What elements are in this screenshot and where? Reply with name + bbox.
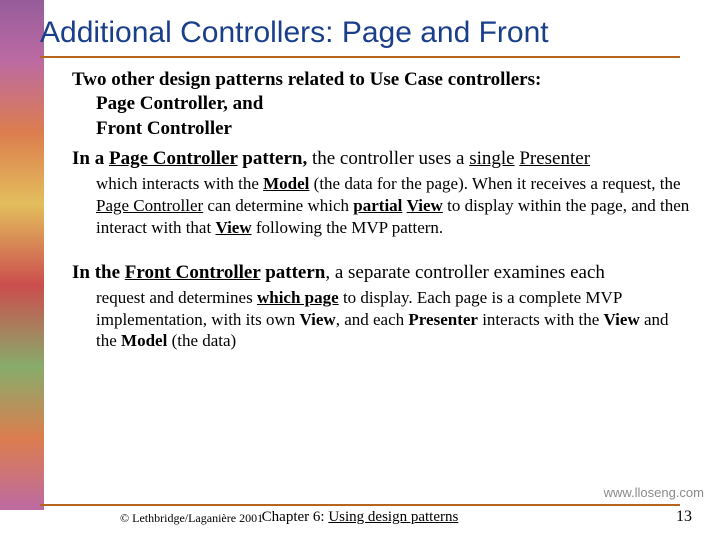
pc-prefix: In a <box>72 148 109 169</box>
fc-rest: , a separate controller examines each <box>325 262 605 283</box>
pc-term: Page Controller <box>109 148 238 169</box>
footer-chapter-pre: Chapter 6: <box>262 509 329 525</box>
fc-which: which page <box>257 288 339 307</box>
fc-sub-c: , and each <box>336 310 409 329</box>
pc-partial: partial <box>353 196 402 215</box>
fc-view: View <box>300 310 336 329</box>
page-controller-para: In a Page Controller pattern, the contro… <box>72 147 692 171</box>
pc-single: single <box>469 148 514 169</box>
fc-sub-d: interacts with the <box>478 310 604 329</box>
fc-term: Front Controller <box>125 262 261 283</box>
title-rule <box>40 56 680 58</box>
pc-rest1: the controller uses a <box>307 148 469 169</box>
spacer <box>72 239 692 261</box>
pc-model: Model <box>263 174 309 193</box>
pc-view2: View <box>215 218 251 237</box>
footer-rule <box>40 504 680 506</box>
pc-presenter: Presenter <box>519 148 590 169</box>
slide: Additional Controllers: Page and Front T… <box>0 0 720 540</box>
fc-sub-a: request and determines <box>96 288 257 307</box>
pc-view1: View <box>407 196 443 215</box>
bullet-front-controller: Front Controller <box>96 117 692 141</box>
fc-term-tail: pattern <box>260 262 325 283</box>
accent-strip <box>0 0 44 510</box>
page-controller-sub: which interacts with the Model (the data… <box>96 173 692 238</box>
pc-sub-a: which interacts with the <box>96 174 263 193</box>
lead-line: Two other design patterns related to Use… <box>72 68 692 92</box>
pc-pc: Page Controller <box>96 196 203 215</box>
fc-prefix: In the <box>72 262 125 283</box>
pc-term-tail: pattern, <box>238 148 308 169</box>
pc-sub-b: (the data for the page). When it receive… <box>309 174 680 193</box>
footer-chapter: Chapter 6: Using design patterns <box>0 509 720 526</box>
fc-model: Model <box>121 331 167 350</box>
footer-page-number: 13 <box>676 508 692 526</box>
front-controller-sub: request and determines which page to dis… <box>96 287 692 352</box>
footer-chapter-u: Using design patterns <box>328 509 458 525</box>
fc-view2: View <box>604 310 640 329</box>
slide-body: Two other design patterns related to Use… <box>72 68 692 352</box>
pc-sub-c: can determine which <box>203 196 353 215</box>
slide-title: Additional Controllers: Page and Front <box>40 16 549 50</box>
pc-sub-f: following the MVP pattern. <box>252 218 444 237</box>
bullet-page-controller: Page Controller, and <box>96 92 692 116</box>
site-url: www.lloseng.com <box>604 485 704 500</box>
fc-sub-f: (the data) <box>167 331 236 350</box>
fc-presenter: Presenter <box>408 310 478 329</box>
front-controller-para: In the Front Controller pattern, a separ… <box>72 261 692 285</box>
